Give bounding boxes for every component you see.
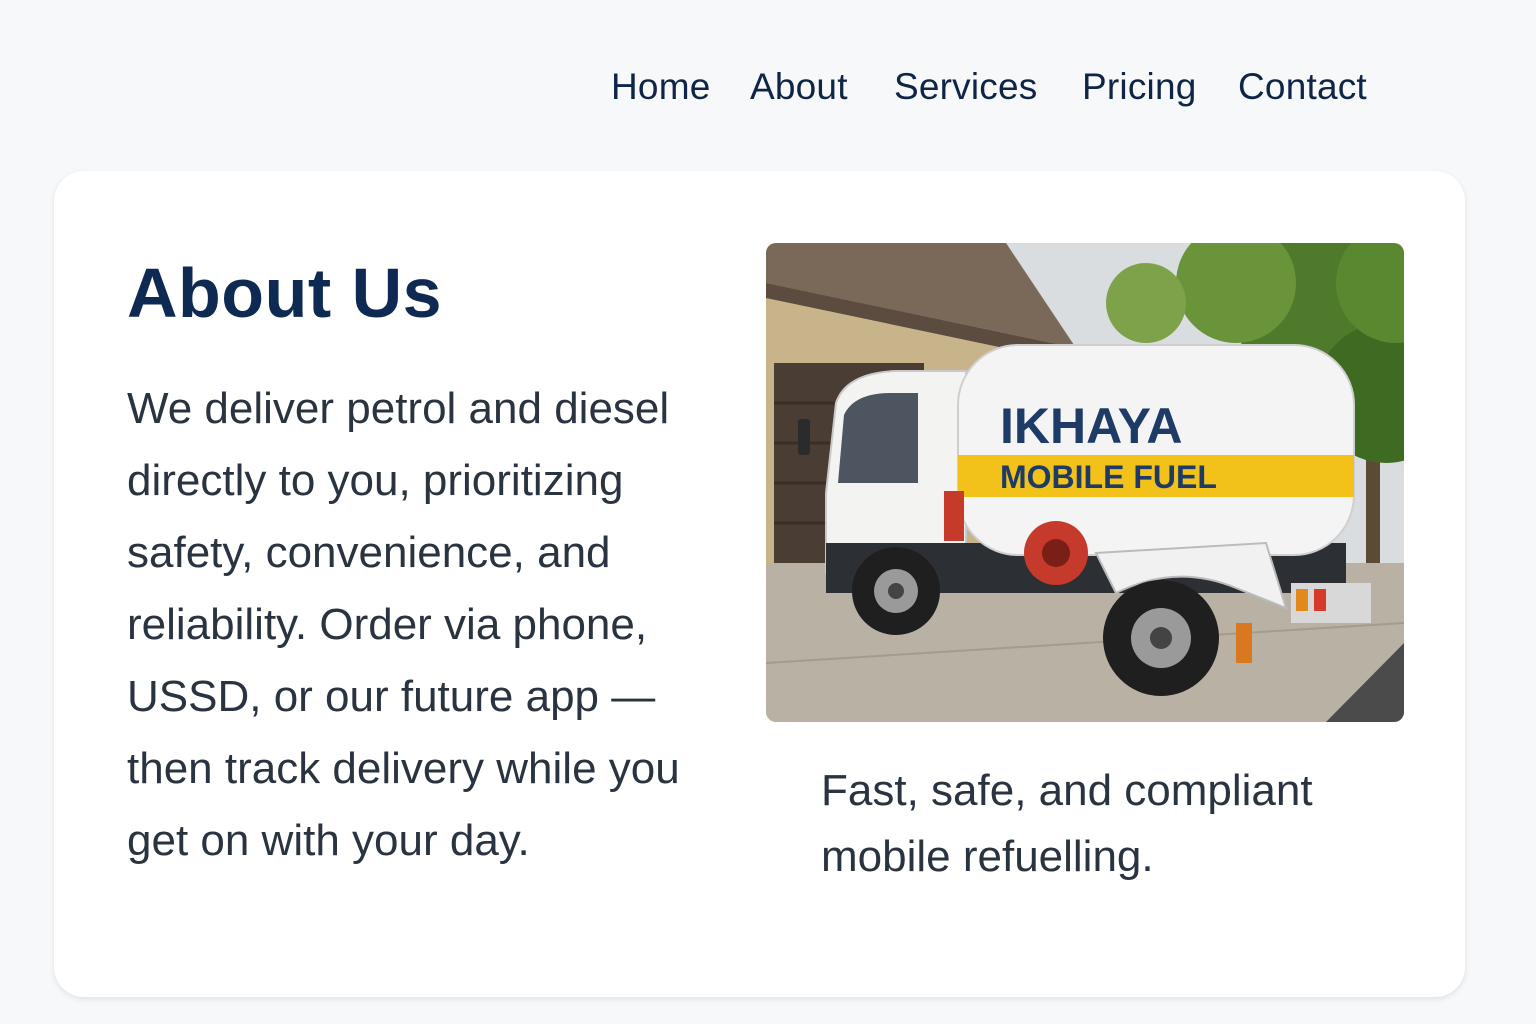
- about-description: We deliver petrol and diesel directly to…: [127, 384, 680, 865]
- nav-link-home[interactable]: Home: [611, 66, 711, 108]
- nav-link-services[interactable]: Services: [894, 66, 1037, 108]
- fuel-truck-photo: IKHAYA MOBILE FUEL: [766, 243, 1404, 722]
- truck-tagline-text: MOBILE FUEL: [1000, 459, 1217, 495]
- about-title: About Us: [127, 254, 443, 332]
- truck-brand-text: IKHAYA: [1000, 398, 1183, 454]
- about-card: About Us We deliver petrol and diesel di…: [54, 171, 1465, 997]
- nav-link-contact[interactable]: Contact: [1238, 66, 1367, 108]
- nav-link-about[interactable]: About: [750, 66, 848, 108]
- image-caption: Fast, safe, and compliant mobile refuell…: [821, 766, 1313, 881]
- nav-link-pricing[interactable]: Pricing: [1082, 66, 1197, 108]
- main-nav: Home About Services Pricing Contact: [0, 66, 1536, 118]
